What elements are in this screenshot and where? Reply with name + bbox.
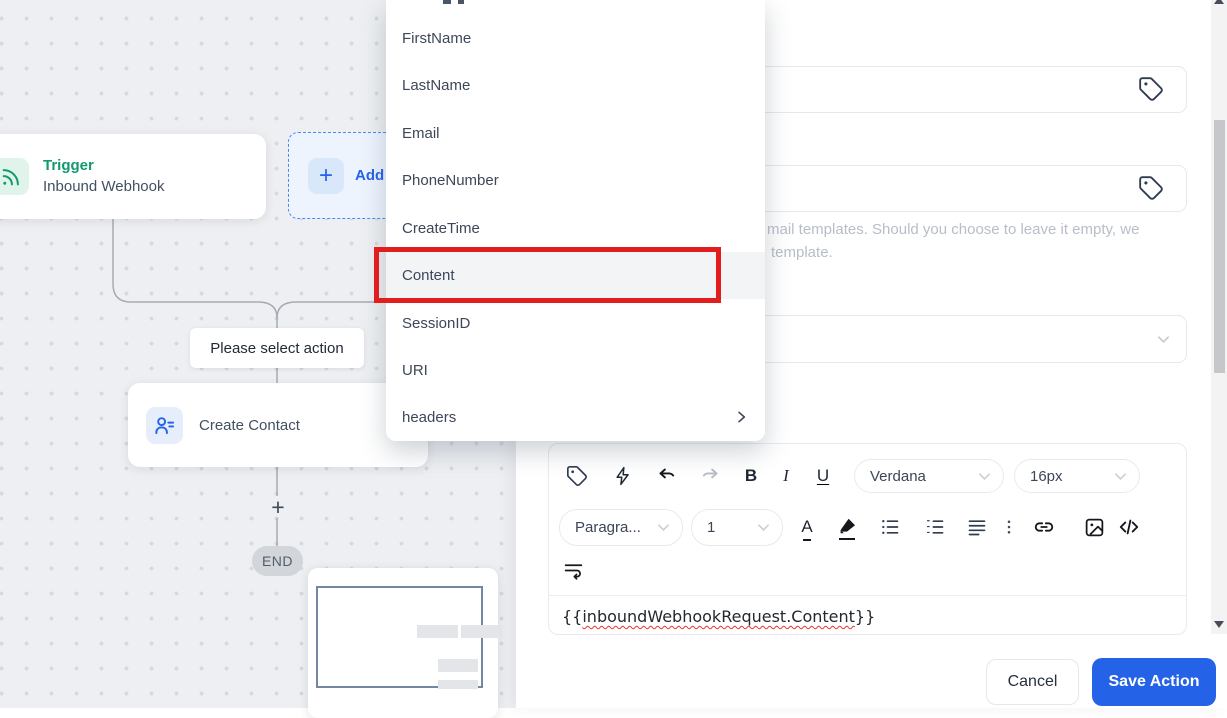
scrollbar-thumb[interactable]: [1213, 120, 1225, 373]
add-action-button[interactable]: + Add: [288, 132, 400, 219]
vertical-scrollbar[interactable]: [1211, 0, 1227, 634]
menu-item-lastname[interactable]: LastName: [386, 62, 765, 109]
clipped-menu-item: [458, 0, 464, 4]
preview-frame: [316, 586, 503, 689]
menu-item-email[interactable]: Email: [386, 110, 765, 157]
numbered-list-icon[interactable]: [923, 515, 947, 539]
undo-icon[interactable]: [655, 464, 679, 488]
chevron-down-icon: [1158, 336, 1169, 344]
font-family-select[interactable]: Verdana: [854, 459, 1004, 493]
rich-text-editor[interactable]: B I U Verdana 16px Paragra... 1 A {{inbo…: [548, 443, 1187, 635]
text-wrap-icon[interactable]: [561, 558, 585, 582]
menu-item-headers[interactable]: headers: [386, 394, 765, 441]
menu-item-phonenumber[interactable]: PhoneNumber: [386, 157, 765, 204]
italic-button[interactable]: I: [774, 464, 798, 488]
contact-person-icon: [146, 406, 183, 444]
font-size-select[interactable]: 16px: [1014, 459, 1140, 493]
more-options-icon[interactable]: [997, 515, 1021, 539]
create-contact-label: Create Contact: [199, 416, 300, 434]
menu-item-sessionid[interactable]: SessionID: [386, 300, 765, 347]
chevron-down-icon: [658, 524, 669, 531]
dynamic-field-lightning-icon[interactable]: [611, 464, 635, 488]
create-contact-node[interactable]: Create Contact: [128, 383, 428, 467]
chevron-down-icon: [979, 472, 990, 480]
bold-button[interactable]: B: [739, 464, 763, 488]
add-button-label: Add: [355, 167, 385, 184]
editor-content[interactable]: {{inboundWebhookRequest.Content}}: [562, 607, 875, 626]
image-icon[interactable]: [1082, 515, 1106, 539]
clipped-menu-item: [443, 0, 451, 4]
line-height-select[interactable]: 1: [691, 509, 783, 546]
helper-text: mail templates. Should you choose to lea…: [767, 221, 1140, 238]
placeholder-block: [417, 625, 458, 638]
bullet-list-icon[interactable]: [878, 515, 902, 539]
scroll-up-arrow[interactable]: [1214, 0, 1224, 4]
placeholder-block: [461, 625, 503, 638]
paragraph-style-select[interactable]: Paragra...: [559, 509, 683, 546]
menu-item-content[interactable]: Content: [386, 252, 765, 299]
select-action-label: Please select action: [190, 328, 364, 368]
underline-button[interactable]: U: [811, 464, 835, 488]
trigger-node-subtitle: Inbound Webhook: [43, 177, 165, 195]
helper-text: template.: [771, 244, 833, 261]
font-color-button[interactable]: A: [795, 515, 819, 541]
chevron-down-icon: [1115, 472, 1126, 480]
merge-token: inboundWebhookRequest.Content: [582, 607, 855, 626]
end-node: END: [252, 546, 303, 576]
redo-icon[interactable]: [697, 464, 721, 488]
align-text-icon[interactable]: [965, 515, 989, 539]
tag-merge-field-icon[interactable]: [1138, 175, 1164, 201]
link-icon[interactable]: [1032, 515, 1056, 539]
tag-merge-field-icon[interactable]: [565, 464, 589, 488]
placeholder-block: [438, 680, 478, 689]
code-icon[interactable]: [1117, 515, 1141, 539]
add-step-plus[interactable]: +: [268, 495, 288, 519]
plus-icon: +: [308, 157, 344, 194]
scroll-down-arrow[interactable]: [1214, 621, 1224, 628]
cancel-button[interactable]: Cancel: [986, 659, 1079, 705]
merge-field-dropdown: FirstName LastName Email PhoneNumber Cre…: [386, 0, 765, 441]
webhook-signal-icon: [0, 158, 29, 195]
menu-item-createtime[interactable]: CreateTime: [386, 205, 765, 252]
menu-item-uri[interactable]: URI: [386, 347, 765, 394]
placeholder-block: [438, 659, 478, 672]
trigger-node-title: Trigger: [43, 156, 94, 174]
editor-divider: [549, 595, 1186, 596]
save-action-button[interactable]: Save Action: [1092, 658, 1216, 706]
chevron-down-icon: [758, 524, 769, 531]
tag-merge-field-icon[interactable]: [1138, 76, 1164, 102]
trigger-node[interactable]: Trigger Inbound Webhook: [0, 134, 266, 219]
email-preview-node[interactable]: [308, 568, 503, 718]
highlight-color-button[interactable]: [835, 515, 859, 540]
menu-item-firstname[interactable]: FirstName: [386, 15, 765, 62]
chevron-right-icon: [738, 411, 746, 423]
